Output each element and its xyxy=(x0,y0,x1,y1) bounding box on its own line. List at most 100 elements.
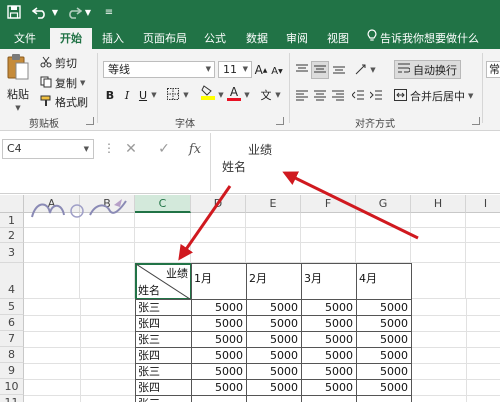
name-cell[interactable]: 张三 xyxy=(135,299,192,316)
empty-cell[interactable] xyxy=(24,228,80,243)
value-cell[interactable]: 5000 xyxy=(191,299,247,316)
empty-cell[interactable] xyxy=(246,213,301,228)
row-header-6[interactable]: 6 xyxy=(0,315,24,331)
value-cell[interactable]: 5000 xyxy=(301,347,357,364)
empty-cell[interactable] xyxy=(80,347,136,364)
column-header-c[interactable]: C xyxy=(135,195,191,213)
row-header-5[interactable]: 5 xyxy=(0,299,24,315)
tab-file[interactable]: 文件 xyxy=(8,28,42,49)
name-cell[interactable]: 张三 xyxy=(135,395,192,402)
value-cell[interactable]: 5000 xyxy=(356,299,412,316)
shrink-font-button[interactable]: A ▼ xyxy=(271,62,283,80)
empty-cell[interactable] xyxy=(24,263,80,299)
value-cell[interactable]: 5000 xyxy=(301,315,357,332)
column-header-f[interactable]: F xyxy=(301,195,356,213)
name-cell[interactable]: 张四 xyxy=(135,315,192,332)
value-cell[interactable]: 5000 xyxy=(246,379,302,396)
tab-page-layout[interactable]: 页面布局 xyxy=(136,28,194,49)
empty-cell[interactable] xyxy=(466,395,500,402)
align-top-button[interactable] xyxy=(294,61,310,79)
row-header-4[interactable]: 4 xyxy=(0,263,24,299)
align-right-button[interactable] xyxy=(330,87,346,105)
redo-icon[interactable] xyxy=(66,4,82,20)
name-cell[interactable]: 张四 xyxy=(135,379,192,396)
value-cell[interactable]: 5000 xyxy=(356,379,412,396)
undo-dropdown-icon[interactable]: ▼ xyxy=(50,4,60,20)
empty-cell[interactable] xyxy=(80,379,136,396)
borders-button[interactable] xyxy=(165,86,181,104)
empty-cell[interactable] xyxy=(80,363,136,380)
tell-me-search[interactable]: 告诉我你想要做什么 xyxy=(367,28,479,49)
empty-cell[interactable] xyxy=(411,363,467,380)
value-cell[interactable]: 5000 xyxy=(356,315,412,332)
tab-review[interactable]: 审阅 xyxy=(280,28,314,49)
empty-cell[interactable] xyxy=(24,379,81,396)
value-cell[interactable] xyxy=(356,395,412,402)
empty-cell[interactable] xyxy=(301,243,356,263)
decrease-indent-button[interactable] xyxy=(350,87,366,105)
name-cell[interactable]: 张三 xyxy=(135,331,192,348)
name-cell[interactable]: 张四 xyxy=(135,347,192,364)
column-header-d[interactable]: D xyxy=(191,195,246,213)
insert-function-icon[interactable]: fx xyxy=(186,140,204,158)
month-header-cell[interactable]: 1月 xyxy=(191,263,247,300)
empty-cell[interactable] xyxy=(246,243,301,263)
orientation-dropdown-icon[interactable]: ▼ xyxy=(369,61,377,79)
bold-button[interactable]: B xyxy=(103,86,117,104)
empty-cell[interactable] xyxy=(411,243,466,263)
empty-cell[interactable] xyxy=(466,379,500,396)
month-header-cell[interactable]: 4月 xyxy=(356,263,412,300)
clipboard-launcher-icon[interactable] xyxy=(86,117,94,125)
align-middle-button[interactable] xyxy=(311,61,329,79)
empty-cell[interactable] xyxy=(466,363,500,380)
tab-insert[interactable]: 插入 xyxy=(96,28,130,49)
value-cell[interactable]: 5000 xyxy=(191,347,247,364)
value-cell[interactable]: 5000 xyxy=(191,331,247,348)
fill-color-button[interactable] xyxy=(200,84,216,102)
month-header-cell[interactable]: 3月 xyxy=(301,263,357,300)
value-cell[interactable]: 5000 xyxy=(191,315,247,332)
value-cell[interactable]: 5000 xyxy=(191,379,247,396)
value-cell[interactable]: 5000 xyxy=(301,379,357,396)
underline-button[interactable]: U xyxy=(137,86,149,104)
row-header-1[interactable]: 1 xyxy=(0,213,24,228)
row-header-7[interactable]: 7 xyxy=(0,331,24,347)
drag-handle-icon[interactable]: ⋮ xyxy=(103,141,115,155)
column-header-g[interactable]: G xyxy=(356,195,411,213)
column-header-h[interactable]: H xyxy=(411,195,466,213)
redo-dropdown-icon[interactable]: ▼ xyxy=(83,4,93,20)
value-cell[interactable]: 5000 xyxy=(301,331,357,348)
empty-cell[interactable] xyxy=(356,228,411,243)
row-header-11[interactable]: 11 xyxy=(0,395,24,402)
empty-cell[interactable] xyxy=(24,243,80,263)
empty-cell[interactable] xyxy=(466,347,500,364)
empty-cell[interactable] xyxy=(246,228,301,243)
align-left-button[interactable] xyxy=(294,87,310,105)
empty-cell[interactable] xyxy=(80,228,135,243)
formula-input[interactable]: 业绩 姓名 xyxy=(212,131,500,194)
value-cell[interactable] xyxy=(191,395,247,402)
empty-cell[interactable] xyxy=(135,243,191,263)
underline-dropdown-icon[interactable]: ▼ xyxy=(150,86,158,104)
empty-cell[interactable] xyxy=(466,331,500,348)
phonetic-button[interactable]: 文 xyxy=(258,86,274,104)
month-header-cell[interactable]: 2月 xyxy=(246,263,302,300)
empty-cell[interactable] xyxy=(411,331,467,348)
value-cell[interactable]: 5000 xyxy=(246,347,302,364)
diagonal-header-cell[interactable]: 业绩 姓名 xyxy=(135,263,192,300)
font-size-select[interactable]: 11 ▼ xyxy=(218,61,252,78)
empty-cell[interactable] xyxy=(411,379,467,396)
format-painter-button[interactable]: 格式刷 xyxy=(40,94,88,110)
font-color-dropdown-icon[interactable]: ▼ xyxy=(243,86,251,104)
empty-cell[interactable] xyxy=(411,347,467,364)
row-header-2[interactable]: 2 xyxy=(0,228,24,243)
row-header-10[interactable]: 10 xyxy=(0,379,24,395)
value-cell[interactable]: 5000 xyxy=(356,363,412,380)
empty-cell[interactable] xyxy=(411,228,466,243)
row-header-9[interactable]: 9 xyxy=(0,363,24,379)
empty-cell[interactable] xyxy=(411,263,466,299)
empty-cell[interactable] xyxy=(466,228,500,243)
value-cell[interactable]: 5000 xyxy=(356,347,412,364)
tab-view[interactable]: 视图 xyxy=(321,28,355,49)
empty-cell[interactable] xyxy=(135,228,191,243)
